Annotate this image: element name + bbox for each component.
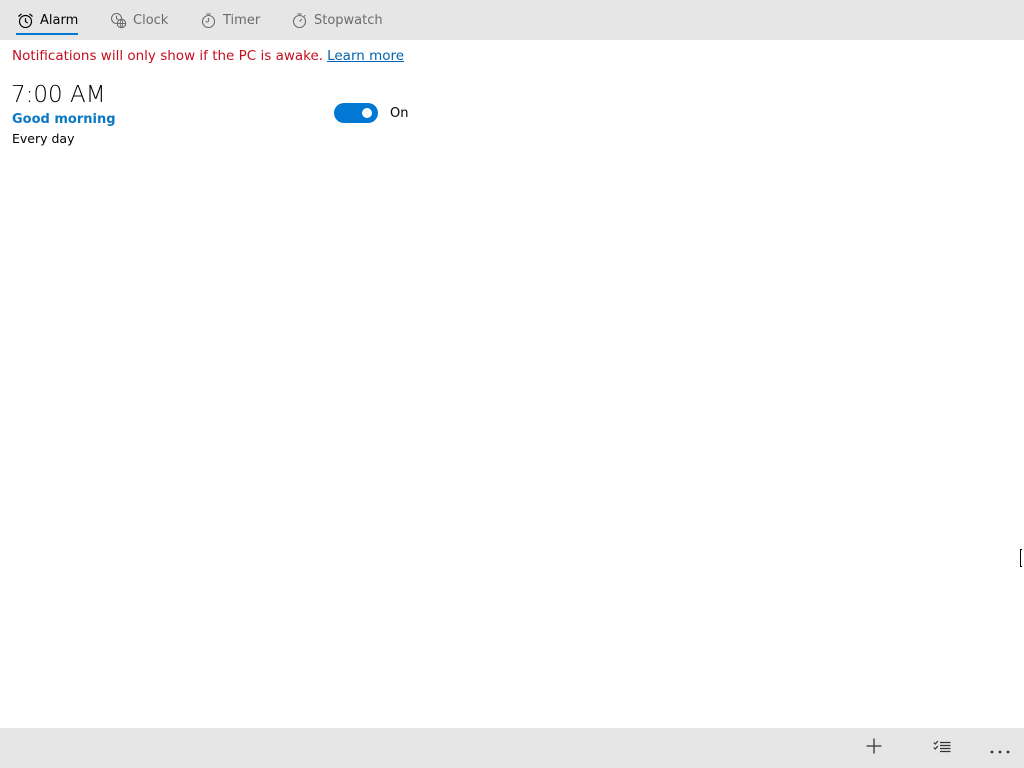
- alarm-toggle-label: On: [390, 106, 409, 121]
- active-tab-indicator: [16, 33, 79, 35]
- timer-icon: [199, 11, 217, 29]
- alarms-and-clock-app: Alarm Clock Timer Stopwatch Notification…: [0, 0, 1024, 768]
- alarm-item[interactable]: 7:00 AM Good morning Every day On: [0, 80, 430, 152]
- tab-clock-label: Clock: [133, 12, 169, 28]
- notification-text: Notifications will only show if the PC i…: [12, 48, 324, 64]
- stopwatch-icon: [290, 11, 308, 29]
- add-icon: [866, 738, 882, 758]
- add-alarm-button[interactable]: [854, 728, 894, 768]
- select-alarms-icon: [933, 739, 951, 758]
- world-clock-icon: [109, 11, 127, 29]
- tab-alarm[interactable]: Alarm: [16, 0, 79, 40]
- select-alarms-button[interactable]: [922, 728, 962, 768]
- tab-stopwatch-label: Stopwatch: [314, 12, 383, 28]
- tab-timer-label: Timer: [223, 12, 261, 28]
- toggle-knob: [362, 108, 372, 118]
- tab-stopwatch[interactable]: Stopwatch: [290, 0, 383, 40]
- alarm-name: Good morning: [12, 112, 116, 127]
- awake-notification: Notifications will only show if the PC i…: [12, 48, 404, 64]
- tab-timer[interactable]: Timer: [199, 0, 260, 40]
- alarm-repeat: Every day: [12, 131, 75, 146]
- more-icon: [990, 739, 1010, 758]
- tab-clock[interactable]: Clock: [109, 0, 168, 40]
- tab-bar: Alarm Clock Timer Stopwatch: [0, 0, 1024, 40]
- command-bar: [0, 728, 1024, 768]
- tab-alarm-label: Alarm: [40, 12, 79, 28]
- text-cursor: [1020, 549, 1022, 567]
- more-options-button[interactable]: [980, 728, 1020, 768]
- learn-more-link[interactable]: Learn more: [327, 48, 404, 64]
- alarm-clock-icon: [16, 11, 34, 29]
- alarm-toggle-switch[interactable]: [334, 103, 378, 123]
- alarm-time: 7:00 AM: [11, 82, 106, 108]
